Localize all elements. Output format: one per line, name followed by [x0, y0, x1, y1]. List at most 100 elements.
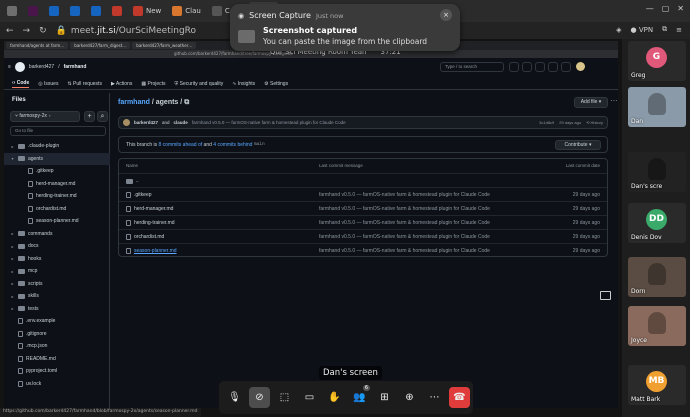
tree-folder[interactable]: ▸ skills [4, 290, 110, 303]
file-name[interactable]: orchardist.md [134, 234, 164, 240]
file-commit-message[interactable]: farmhand v0.5.0 — farmOS-native farm & h… [319, 248, 490, 254]
back-icon[interactable]: ← [6, 26, 14, 36]
commit-author[interactable]: barkerd427 [134, 120, 158, 125]
participant-tile[interactable]: Joyce [628, 306, 686, 346]
chat-button[interactable]: ▭ [299, 387, 320, 408]
participant-tile[interactable]: Dorn [628, 257, 686, 297]
inner-browser-tab[interactable]: barkerd427/farm_digest… [70, 42, 131, 49]
browser-tab[interactable]: New [129, 2, 165, 20]
inner-browser-tab[interactable]: barkerd427/farm_weather… [132, 42, 197, 49]
repo-tab[interactable]: ‹› Code [12, 80, 30, 88]
participant-tile[interactable]: G Greg [628, 41, 686, 81]
browser-tab[interactable] [108, 2, 126, 20]
table-row[interactable]: .gitkeep farmhand v0.5.0 — farmOS-native … [119, 187, 607, 201]
issues-icon[interactable] [535, 62, 545, 72]
tree-file[interactable]: herd-manager.md [4, 178, 110, 191]
tile-view-button[interactable]: ⊞ [374, 387, 395, 408]
share-screen-button[interactable]: ⬚ [274, 387, 295, 408]
shield-icon[interactable]: ◈ [616, 26, 621, 34]
file-name-cell[interactable]: herd-manager.md [126, 206, 173, 212]
tree-file[interactable]: README.md [4, 353, 110, 366]
tree-folder[interactable]: ▾ agents [4, 152, 110, 165]
repo-tab[interactable]: ⚙ Settings [264, 81, 288, 87]
browser-tab[interactable] [24, 2, 42, 20]
raise-hand-button[interactable]: ✋ [324, 387, 345, 408]
reload-icon[interactable]: ↻ [39, 26, 47, 36]
browser-tab[interactable] [87, 2, 105, 20]
user-avatar[interactable] [576, 62, 585, 71]
table-row[interactable]: herding-trainer.md farmhand v0.5.0 — farm… [119, 215, 607, 229]
tree-file[interactable]: .env.example [4, 315, 110, 328]
extensions-icon[interactable]: ⧉ [662, 25, 667, 34]
parent-dir-cell[interactable]: .. [126, 178, 139, 184]
file-name[interactable]: herd-manager.md [134, 206, 173, 212]
repo-owner[interactable]: barkerd427 [29, 64, 54, 70]
parent-dir-row[interactable]: .. [119, 173, 607, 187]
inbox-icon[interactable] [561, 62, 571, 72]
file-name-cell[interactable]: .gitkeep [126, 192, 152, 198]
tree-file[interactable]: season-planner.md [4, 215, 110, 228]
screen-share-icon[interactable] [600, 291, 611, 300]
add-file-icon[interactable]: + [84, 111, 95, 122]
plus-icon[interactable] [522, 62, 532, 72]
github-search-input[interactable]: Type / to search [440, 62, 504, 72]
vpn-button[interactable]: ● VPN [631, 26, 654, 34]
camera-button[interactable]: ⊘ [249, 387, 270, 408]
close-window-icon[interactable]: ✕ [677, 4, 684, 13]
tree-folder[interactable]: ▸ scripts [4, 278, 110, 291]
file-commit-message[interactable]: farmhand v0.5.0 — farmOS-native farm & h… [319, 192, 490, 198]
browser-tab[interactable] [3, 2, 21, 20]
file-name-cell[interactable]: herding-trainer.md [126, 220, 175, 226]
hamburger-icon[interactable]: ≡ [8, 64, 11, 70]
tree-file[interactable]: .gitignore [4, 328, 110, 341]
pull-request-icon[interactable] [548, 62, 558, 72]
breadcrumb-repo[interactable]: farmhand [118, 99, 150, 106]
tree-folder[interactable]: ▸ .claude-plugin [4, 140, 110, 153]
tree-file[interactable]: uv.lock [4, 378, 110, 391]
more-actions-button[interactable]: ⋯ [424, 387, 445, 408]
copilot-icon[interactable] [509, 62, 519, 72]
repo-tab[interactable]: ▶ Actions [111, 81, 132, 87]
tree-folder[interactable]: ▸ docs [4, 240, 110, 253]
inner-browser-tab[interactable]: farmhand/agents at farm… [6, 42, 69, 49]
branch-selector[interactable]: ⑂ farmospy-2x ▾ [10, 111, 80, 122]
repo-tab[interactable]: ∿ Insights [232, 81, 255, 87]
go-to-file-input[interactable]: Go to file [10, 126, 106, 136]
file-commit-message[interactable]: farmhand v0.5.0 — farmOS-native farm & h… [319, 206, 490, 212]
file-name[interactable]: .gitkeep [134, 192, 152, 198]
forward-icon[interactable]: → [23, 26, 31, 36]
repo-tab[interactable]: ◎ Issues [38, 81, 58, 87]
ahead-link[interactable]: 8 commits ahead of [159, 142, 203, 148]
browser-tab[interactable]: Clau [168, 2, 205, 20]
tree-folder[interactable]: ▸ mcp [4, 265, 110, 278]
commit-hash[interactable]: 3c1d8c9 [539, 120, 554, 125]
participant-tile[interactable]: DD Denis Dov [628, 203, 686, 243]
tree-folder[interactable]: ▸ hooks [4, 253, 110, 266]
participants-button[interactable]: 👥 6 [349, 385, 370, 408]
contribute-button[interactable]: Contribute ▾ [555, 140, 601, 150]
repo-tab[interactable]: ⇅ Pull requests [67, 81, 102, 87]
browser-tab[interactable] [45, 2, 63, 20]
maximize-icon[interactable]: ▢ [662, 4, 670, 13]
url-field[interactable]: 🔒 meet.jit.si/OurSciMeetingRo [56, 26, 196, 36]
file-name[interactable]: herding-trainer.md [134, 220, 175, 226]
behind-link[interactable]: 4 commits behind [213, 142, 252, 148]
copy-path-icon[interactable]: ⧉ [184, 99, 189, 106]
table-row[interactable]: season-planner.md farmhand v0.5.0 — farmO… [119, 243, 607, 257]
file-commit-message[interactable]: farmhand v0.5.0 — farmOS-native farm & h… [319, 220, 490, 226]
participant-tile[interactable]: Dan's scre [628, 152, 686, 192]
commit-message[interactable]: farmhand v0.5.0 — farmOS-native farm & h… [192, 120, 346, 125]
microphone-button[interactable]: 🎙 [224, 387, 245, 408]
commit-coauthor[interactable]: claude [174, 120, 188, 125]
repo-name[interactable]: farmhand [64, 64, 87, 70]
more-options-icon[interactable]: ⋯ [610, 97, 618, 108]
leave-button[interactable]: ☎ [449, 387, 470, 408]
participant-tile[interactable]: Dan [628, 87, 686, 127]
table-row[interactable]: herd-manager.md farmhand v0.5.0 — farmOS-… [119, 201, 607, 215]
tree-file[interactable]: pyproject.toml [4, 365, 110, 378]
history-button[interactable]: ⟲ History [586, 120, 603, 125]
invite-button[interactable]: ⊕ [399, 387, 420, 408]
tree-file[interactable]: orchardist.md [4, 203, 110, 216]
file-name-cell[interactable]: season-planner.md [126, 248, 177, 254]
menu-icon[interactable]: ≡ [676, 26, 682, 34]
